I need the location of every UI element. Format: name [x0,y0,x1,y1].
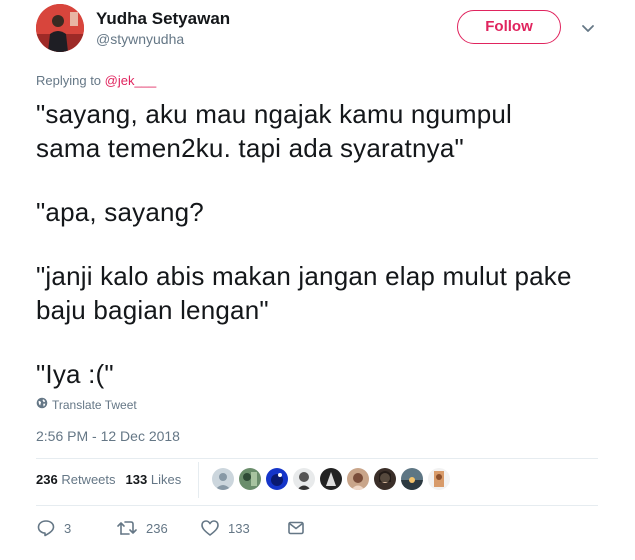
divider [36,505,598,506]
author-avatar[interactable] [36,4,84,52]
retweet-count: 236 [146,520,168,536]
tweet-paragraph: "janji kalo abis makan jangan elap mulut… [36,261,572,325]
reply-icon [36,518,56,538]
liker-avatar[interactable] [428,468,450,490]
tweet-actions: 3 236 133 [36,518,306,538]
liker-avatar[interactable] [293,468,315,490]
heart-icon [200,518,220,538]
reply-mention-link[interactable]: @jek___ [105,73,157,88]
replying-to-line: Replying to @jek___ [36,73,156,88]
tweet-paragraph: "apa, sayang? [36,197,204,227]
retweet-icon [116,518,138,538]
envelope-icon [286,518,306,538]
liker-avatar[interactable] [401,468,423,490]
like-button[interactable]: 133 [200,518,286,538]
liker-avatar[interactable] [239,468,261,490]
translate-tweet-link[interactable]: Translate Tweet [36,397,137,412]
direct-message-button[interactable] [286,518,306,538]
reply-button[interactable]: 3 [36,518,116,538]
liker-avatar[interactable] [347,468,369,490]
likes-count: 133 [125,472,148,487]
retweet-button[interactable]: 236 [116,518,200,538]
liker-avatar[interactable] [374,468,396,490]
tweet-text: "sayang, aku mau ngajak kamu ngumpul sam… [36,97,626,421]
likes-stat[interactable]: 133 Likes [126,472,182,487]
tweet-stats: 236 Retweets 133 Likes [36,472,181,487]
tweet-card: Yudha Setyawan @stywnyudha Follow Replyi… [0,0,635,560]
translate-label: Translate Tweet [52,397,137,412]
divider [36,458,598,459]
tweet-timestamp[interactable]: 2:56 PM - 12 Dec 2018 [36,428,180,444]
likes-label: Likes [150,472,182,487]
author-handle[interactable]: @stywnyudha [96,31,184,47]
liker-avatar[interactable] [266,468,288,490]
globe-icon [36,397,48,412]
tweet-paragraph: "sayang, aku mau ngajak kamu ngumpul sam… [36,99,513,163]
liker-avatar[interactable] [212,468,234,490]
chevron-down-icon[interactable] [580,20,596,36]
replying-to-label: Replying to [36,73,102,88]
like-count: 133 [228,520,250,536]
stats-divider [198,462,199,498]
retweets-stat[interactable]: 236 Retweets [36,472,116,487]
retweets-count: 236 [36,472,58,487]
liker-avatar[interactable] [320,468,342,490]
reply-count: 3 [64,520,72,536]
liker-avatars [212,468,450,490]
tweet-paragraph: "Iya :(" [36,359,114,389]
follow-button[interactable]: Follow [457,10,561,44]
author-name[interactable]: Yudha Setyawan [96,9,230,29]
retweets-label: Retweets [61,472,116,487]
